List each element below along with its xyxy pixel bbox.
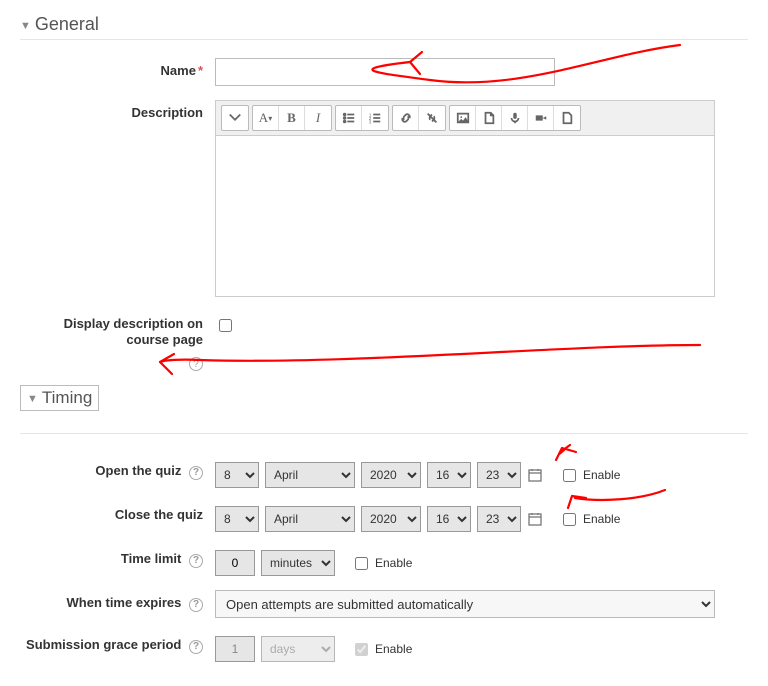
open-minute-select[interactable]: 23 bbox=[477, 462, 521, 488]
italic-icon[interactable]: I bbox=[305, 106, 331, 130]
close-month-select[interactable]: April bbox=[265, 506, 355, 532]
close-enable-checkbox[interactable] bbox=[563, 513, 576, 526]
close-year-select[interactable]: 2020 bbox=[361, 506, 421, 532]
grace-enable-wrap[interactable]: Enable bbox=[351, 640, 412, 659]
label-description: Description bbox=[20, 100, 215, 121]
open-day-select[interactable]: 8 bbox=[215, 462, 259, 488]
image-icon[interactable] bbox=[450, 106, 476, 130]
bullet-list-icon[interactable] bbox=[336, 106, 362, 130]
help-icon[interactable]: ? bbox=[189, 357, 203, 371]
row-name: Name* bbox=[20, 58, 748, 86]
chevron-down-icon: ▼ bbox=[27, 393, 38, 405]
label-open-quiz: Open the quiz ? bbox=[20, 458, 215, 480]
help-icon[interactable]: ? bbox=[189, 466, 203, 480]
calendar-icon[interactable] bbox=[527, 467, 543, 483]
section-title-timing: Timing bbox=[42, 388, 92, 408]
name-input[interactable] bbox=[215, 58, 555, 86]
section-toggle-general[interactable]: ▼ General bbox=[20, 10, 748, 40]
label-time-limit: Time limit ? bbox=[20, 546, 215, 568]
label-close-quiz: Close the quiz bbox=[20, 502, 215, 523]
svg-text:3: 3 bbox=[369, 119, 372, 124]
link-icon[interactable] bbox=[393, 106, 419, 130]
row-time-limit: Time limit ? minutes Enable bbox=[20, 546, 748, 576]
grace-unit-select[interactable]: days bbox=[261, 636, 335, 662]
grace-enable-checkbox[interactable] bbox=[355, 643, 368, 656]
grace-value-input[interactable] bbox=[215, 636, 255, 662]
video-icon[interactable] bbox=[528, 106, 554, 130]
open-year-select[interactable]: 2020 bbox=[361, 462, 421, 488]
label-display-on-course: Display description on course page bbox=[20, 311, 215, 349]
manage-files-icon[interactable] bbox=[554, 106, 580, 130]
enable-label: Enable bbox=[583, 468, 620, 482]
close-hour-select[interactable]: 16 bbox=[427, 506, 471, 532]
rich-text-editor: A▾ B I 123 bbox=[215, 100, 715, 297]
open-hour-select[interactable]: 16 bbox=[427, 462, 471, 488]
file-icon[interactable] bbox=[476, 106, 502, 130]
font-size-icon[interactable]: A▾ bbox=[253, 106, 279, 130]
display-on-course-checkbox[interactable] bbox=[219, 319, 232, 332]
help-icon[interactable]: ? bbox=[189, 598, 203, 612]
row-description: Description A▾ B I 123 bbox=[20, 100, 748, 297]
open-enable-checkbox[interactable] bbox=[563, 469, 576, 482]
close-enable-wrap[interactable]: Enable bbox=[559, 510, 620, 529]
row-when-expires: When time expires ? Open attempts are su… bbox=[20, 590, 748, 618]
enable-label: Enable bbox=[583, 512, 620, 526]
open-month-select[interactable]: April bbox=[265, 462, 355, 488]
row-grace-period: Submission grace period ? days Enable bbox=[20, 632, 748, 662]
row-close-quiz: Close the quiz 8 April 2020 16 23 Enable bbox=[20, 502, 748, 532]
microphone-icon[interactable] bbox=[502, 106, 528, 130]
toolbar-expand-icon[interactable] bbox=[222, 106, 248, 130]
description-textarea[interactable] bbox=[216, 136, 714, 296]
label-grace-period: Submission grace period ? bbox=[20, 632, 215, 654]
help-icon[interactable]: ? bbox=[189, 554, 203, 568]
section-toggle-timing[interactable]: ▼ Timing bbox=[20, 385, 99, 411]
calendar-icon[interactable] bbox=[527, 511, 543, 527]
timelimit-unit-select[interactable]: minutes bbox=[261, 550, 335, 576]
required-marker: * bbox=[198, 63, 203, 78]
timelimit-enable-checkbox[interactable] bbox=[355, 557, 368, 570]
open-enable-wrap[interactable]: Enable bbox=[559, 466, 620, 485]
enable-label: Enable bbox=[375, 556, 412, 570]
bold-icon[interactable]: B bbox=[279, 106, 305, 130]
timelimit-enable-wrap[interactable]: Enable bbox=[351, 554, 412, 573]
when-expires-select[interactable]: Open attempts are submitted automaticall… bbox=[215, 590, 715, 618]
help-icon[interactable]: ? bbox=[189, 640, 203, 654]
chevron-down-icon: ▼ bbox=[20, 20, 31, 32]
editor-toolbar: A▾ B I 123 bbox=[216, 101, 714, 136]
row-display-on-course: Display description on course page bbox=[20, 311, 748, 349]
row-open-quiz: Open the quiz ? 8 April 2020 16 23 Enabl… bbox=[20, 458, 748, 488]
enable-label: Enable bbox=[375, 642, 412, 656]
close-day-select[interactable]: 8 bbox=[215, 506, 259, 532]
numbered-list-icon[interactable]: 123 bbox=[362, 106, 388, 130]
label-when-expires: When time expires ? bbox=[20, 590, 215, 612]
timelimit-value-input[interactable] bbox=[215, 550, 255, 576]
label-name: Name* bbox=[20, 58, 215, 79]
section-title-general: General bbox=[35, 14, 99, 35]
unlink-icon[interactable] bbox=[419, 106, 445, 130]
close-minute-select[interactable]: 23 bbox=[477, 506, 521, 532]
